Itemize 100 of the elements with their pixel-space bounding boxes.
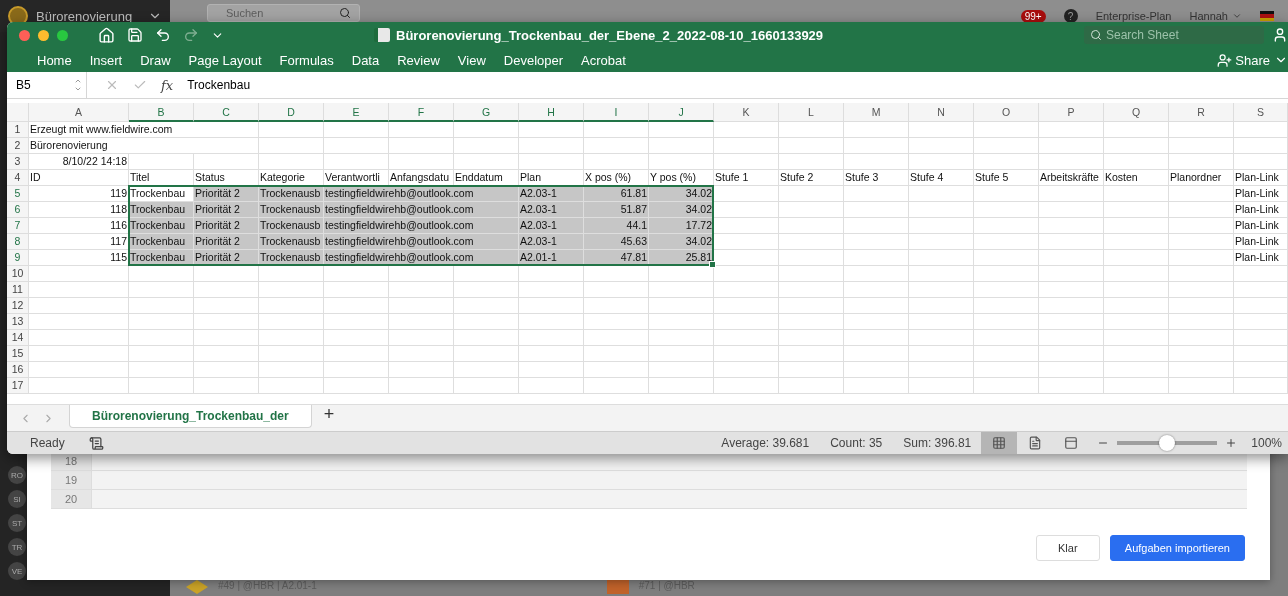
- table-cell: [194, 154, 259, 170]
- ribbon-tab[interactable]: Data: [342, 52, 389, 68]
- avatar[interactable]: TR: [8, 538, 26, 556]
- table-cell: [389, 122, 454, 138]
- column-header[interactable]: Q: [1104, 103, 1169, 122]
- clear-button[interactable]: Klar: [1035, 535, 1100, 561]
- table-cell: [779, 282, 844, 298]
- formula-field[interactable]: Trockenbau: [187, 78, 251, 92]
- home-icon[interactable]: [98, 26, 115, 44]
- column-header[interactable]: I: [584, 103, 649, 122]
- search-icon: [339, 7, 351, 19]
- row-header[interactable]: 9: [7, 250, 29, 266]
- avatar[interactable]: RO: [8, 466, 26, 484]
- column-header[interactable]: G: [454, 103, 519, 122]
- row-header[interactable]: 4: [7, 170, 29, 186]
- row-header[interactable]: 8: [7, 234, 29, 250]
- ribbon-tab[interactable]: Review: [388, 52, 449, 68]
- avatar[interactable]: VE: [8, 562, 26, 580]
- table-cell: [1104, 346, 1169, 362]
- account-icon[interactable]: [1272, 27, 1288, 43]
- column-header[interactable]: E: [324, 103, 389, 122]
- column-header[interactable]: S: [1234, 103, 1288, 122]
- row-header[interactable]: 1: [7, 122, 29, 138]
- table-cell: Y pos (%): [649, 170, 714, 186]
- avatar[interactable]: SI: [8, 490, 26, 508]
- undo-icon[interactable]: [155, 27, 171, 43]
- notification-badge[interactable]: 99+: [1020, 9, 1046, 23]
- column-header[interactable]: H: [519, 103, 584, 122]
- row-header[interactable]: 13: [7, 314, 29, 330]
- table-cell: [649, 138, 714, 154]
- ribbon-tab[interactable]: Acrobat: [572, 52, 635, 68]
- view-button[interactable]: [981, 432, 1018, 454]
- zoom-in-icon[interactable]: [1225, 437, 1238, 449]
- redo-icon[interactable]: [183, 27, 199, 43]
- row-header[interactable]: 11: [7, 282, 29, 298]
- table-cell: Stufe 1: [714, 170, 779, 186]
- row-header[interactable]: 2: [7, 138, 29, 154]
- help-icon[interactable]: ?: [1063, 9, 1078, 23]
- table-cell: [324, 138, 389, 154]
- table-cell: 45.63: [584, 234, 649, 250]
- column-header[interactable]: N: [909, 103, 974, 122]
- ribbon-tab[interactable]: Home: [28, 52, 81, 68]
- column-header[interactable]: J: [649, 103, 714, 122]
- insert-function-button[interactable]: fx: [161, 77, 174, 93]
- table-cell: [519, 122, 584, 138]
- column-header[interactable]: R: [1169, 103, 1234, 122]
- table-cell: [1169, 266, 1234, 282]
- flag-icon[interactable]: [1260, 11, 1274, 21]
- row-header[interactable]: 17: [7, 378, 29, 394]
- save-icon[interactable]: [127, 27, 143, 43]
- ribbon-tab[interactable]: Page Layout: [179, 52, 271, 68]
- search-field[interactable]: Search Sheet: [1084, 26, 1264, 44]
- close-icon[interactable]: [19, 29, 30, 41]
- table-cell: [1234, 266, 1288, 282]
- avatar[interactable]: ST: [8, 514, 26, 532]
- table-cell: [974, 298, 1039, 314]
- ribbon-tab[interactable]: Formulas: [270, 52, 343, 68]
- column-header[interactable]: B: [129, 103, 194, 122]
- table-cell: [324, 378, 389, 394]
- minimize-icon[interactable]: [38, 29, 49, 41]
- ribbon-tab[interactable]: View: [448, 52, 495, 68]
- user-menu[interactable]: Hannah: [1189, 10, 1228, 22]
- add-sheet-button[interactable]: +: [311, 404, 347, 431]
- row-header[interactable]: 15: [7, 346, 29, 362]
- column-header[interactable]: F: [389, 103, 454, 122]
- row-number: 20: [51, 490, 92, 508]
- share-button[interactable]: Share: [1217, 52, 1270, 68]
- sheet-tab[interactable]: Bürorenovierung_Trockenbau_der: [69, 405, 312, 428]
- row-header[interactable]: 7: [7, 218, 29, 234]
- macro-icon[interactable]: [88, 435, 104, 451]
- ribbon-tab[interactable]: Developer: [494, 52, 573, 68]
- maximize-icon[interactable]: [57, 29, 68, 41]
- fill-handle[interactable]: [709, 261, 716, 268]
- row-header[interactable]: 10: [7, 266, 29, 282]
- table-cell: [454, 330, 519, 346]
- column-header[interactable]: A: [29, 103, 129, 122]
- row-header[interactable]: 16: [7, 362, 29, 378]
- row-header[interactable]: 3: [7, 154, 29, 170]
- column-header[interactable]: D: [259, 103, 324, 122]
- import-button[interactable]: Aufgaben importieren: [1109, 535, 1245, 561]
- column-header[interactable]: O: [974, 103, 1039, 122]
- name-box[interactable]: B5: [7, 72, 87, 98]
- ribbon-tab[interactable]: Draw: [131, 52, 180, 68]
- column-header[interactable]: K: [714, 103, 779, 122]
- table-cell: Trockenausb: [259, 202, 324, 218]
- table-cell: [1039, 298, 1104, 314]
- status-statistic: Average: 39.681: [721, 436, 810, 450]
- table-cell: [1104, 122, 1169, 138]
- caret-icon[interactable]: [1232, 11, 1242, 21]
- slider-thumb[interactable]: [1159, 435, 1176, 451]
- column-header[interactable]: C: [194, 103, 259, 122]
- row-header[interactable]: 14: [7, 330, 29, 346]
- ribbon-tab[interactable]: Insert: [80, 52, 132, 68]
- column-header[interactable]: L: [779, 103, 844, 122]
- row-header[interactable]: 5: [7, 186, 29, 202]
- column-header[interactable]: P: [1039, 103, 1104, 122]
- row-header[interactable]: 12: [7, 298, 29, 314]
- column-header[interactable]: M: [844, 103, 909, 122]
- row-header[interactable]: 6: [7, 202, 29, 218]
- table-cell: [519, 362, 584, 378]
